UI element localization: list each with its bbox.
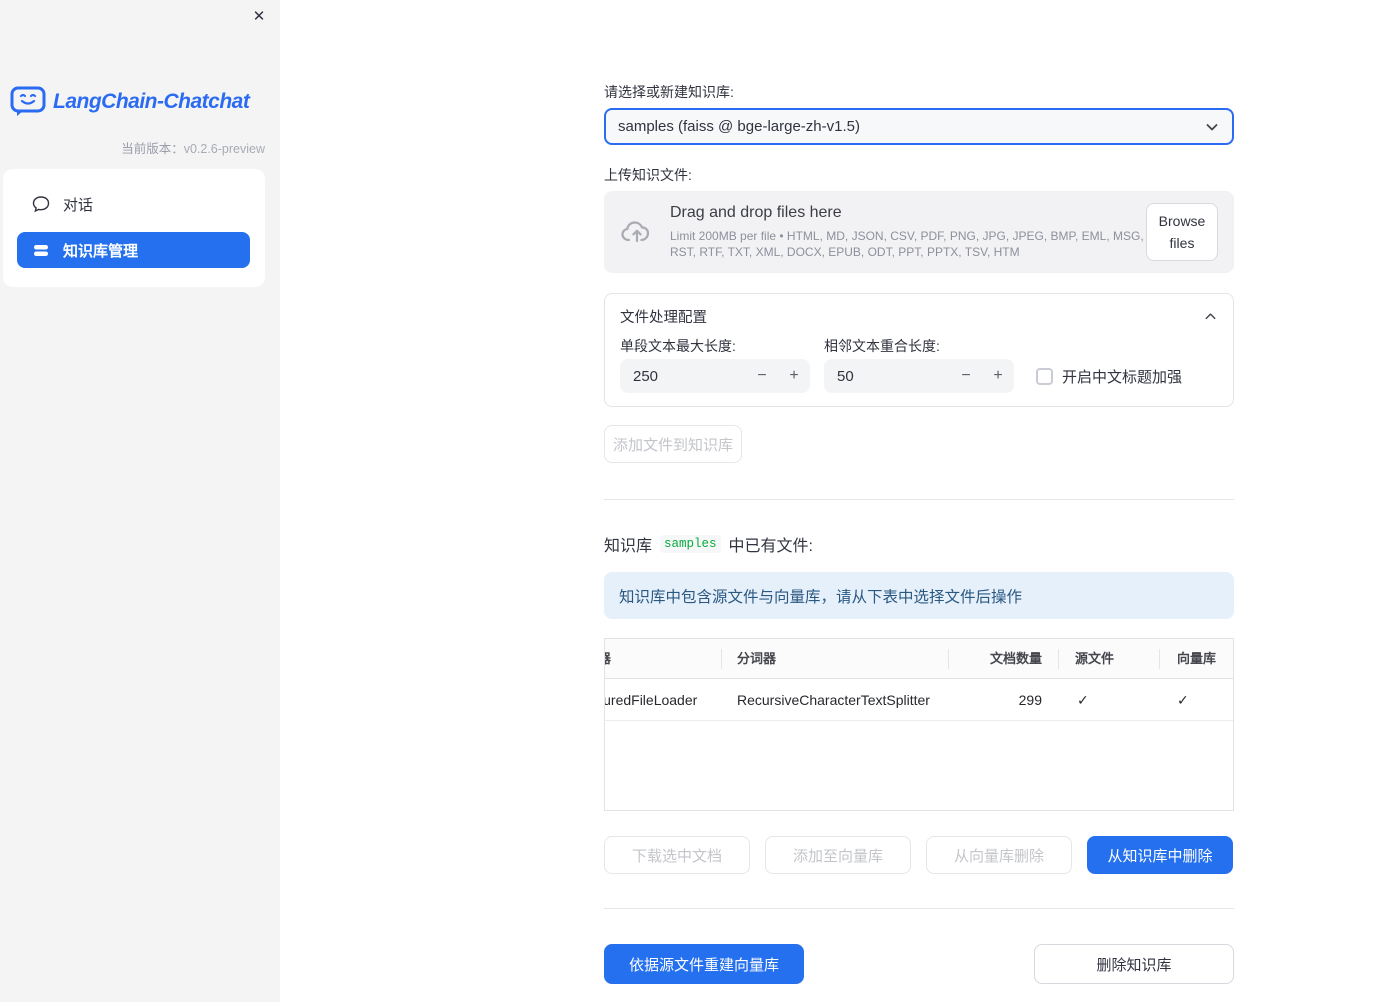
col-header-source-file: 源文件 <box>1075 651 1115 666</box>
add-files-to-kb-button[interactable]: 添加文件到知识库 <box>604 425 742 463</box>
info-banner: 知识库中包含源文件与向量库，请从下表中选择文件后操作 <box>604 572 1234 619</box>
cell-splitter: RecursiveCharacterTextSplitter <box>737 692 930 708</box>
col-header-vector-store: 向量库 <box>1177 651 1217 666</box>
app-logo: LangChain-Chatchat <box>10 86 250 117</box>
zh-title-enhance-checkbox[interactable]: 开启中文标题加强 <box>1036 366 1182 387</box>
rebuild-vector-store-button[interactable]: 依据源文件重建向量库 <box>604 944 804 984</box>
chunk-size-label: 单段文本最大长度: <box>620 338 736 354</box>
overlap-size-value: 50 <box>837 367 854 385</box>
kb-files-table[interactable]: 文档加载器 分词器 文档数量 源文件 向量库 UnstructuredFileL… <box>604 638 1234 811</box>
checkbox-label: 开启中文标题加强 <box>1062 369 1183 386</box>
sidebar-item-kb-management[interactable]: 知识库管理 <box>17 232 250 268</box>
chunk-size-value: 250 <box>633 367 659 385</box>
cell-loader: UnstructuredFileLoader <box>605 692 698 708</box>
overlap-size-label: 相邻文本重合长度: <box>824 338 940 354</box>
sidebar-nav: 对话 知识库管理 <box>3 169 265 287</box>
table-header-row: 文档加载器 分词器 文档数量 源文件 向量库 <box>605 639 1233 679</box>
heading-suffix: 中已有文件: <box>728 538 813 555</box>
add-to-vector-store-button[interactable]: 添加至向量库 <box>765 836 911 874</box>
kb-files-heading: 知识库 samples 中已有文件: <box>604 532 1234 556</box>
dropzone-limit-text: Limit 200MB per file • HTML, MD, JSON, C… <box>670 229 1144 259</box>
divider <box>604 908 1234 909</box>
kb-footer-actions: 依据源文件重建向量库 删除知识库 <box>604 944 1234 984</box>
overlap-size-decrement-button[interactable]: − <box>950 359 982 393</box>
table-row[interactable]: UnstructuredFileLoader RecursiveCharacte… <box>605 680 1233 721</box>
version-label: 当前版本： <box>121 142 184 156</box>
chevron-down-icon <box>1204 119 1220 135</box>
info-banner-text: 知识库中包含源文件与向量库，请从下表中选择文件后操作 <box>619 588 1023 606</box>
upload-label: 上传知识文件: <box>604 167 692 183</box>
sidebar-item-label: 对话 <box>63 196 94 214</box>
version-value: v0.2.6-preview <box>183 142 265 156</box>
overlap-size-input[interactable]: 50 − + <box>824 359 1014 393</box>
checkbox-box[interactable] <box>1036 368 1053 385</box>
cloud-upload-icon <box>620 217 654 247</box>
file-config-expander: 文件处理配置 单段文本最大长度: 250 − + 相邻文本重合长度: 50 − … <box>604 293 1234 407</box>
delete-kb-button[interactable]: 删除知识库 <box>1034 944 1234 984</box>
cell-vector-check: ✓ <box>1177 692 1189 708</box>
chat-bubble-logo-icon <box>10 86 46 117</box>
delete-from-vector-store-button[interactable]: 从向量库删除 <box>926 836 1072 874</box>
chat-icon <box>32 195 50 213</box>
col-header-splitter: 分词器 <box>737 651 777 666</box>
sidebar-item-label: 知识库管理 <box>63 242 139 260</box>
expander-title: 文件处理配置 <box>620 310 707 326</box>
header-separator <box>1159 649 1160 669</box>
chunk-size-increment-button[interactable]: + <box>778 359 810 393</box>
kb-select[interactable]: samples (faiss @ bge-large-zh-v1.5) <box>604 108 1234 145</box>
dropzone-instruction: Drag and drop files here <box>670 204 842 221</box>
overlap-size-increment-button[interactable]: + <box>982 359 1014 393</box>
dropzone-text: Drag and drop files here Limit 200MB per… <box>670 204 1146 260</box>
kb-list-icon <box>32 241 50 259</box>
chevron-up-icon <box>1203 309 1218 324</box>
expander-header[interactable]: 文件处理配置 <box>605 294 1233 327</box>
col-header-doc-count: 文档数量 <box>989 651 1042 666</box>
header-separator <box>1058 649 1059 669</box>
browse-files-button[interactable]: Browse files <box>1146 203 1218 261</box>
kb-name-code: samples <box>660 535 721 553</box>
chunk-size-input[interactable]: 250 − + <box>620 359 810 393</box>
sidebar-close-icon[interactable]: ✕ <box>248 6 270 28</box>
chunk-size-decrement-button[interactable]: − <box>746 359 778 393</box>
kb-select-label: 请选择或新建知识库: <box>604 84 734 100</box>
col-header-loader: 文档加载器 <box>605 639 719 679</box>
download-selected-button[interactable]: 下载选中文档 <box>604 836 750 874</box>
heading-prefix: 知识库 <box>604 538 653 555</box>
divider <box>604 499 1234 500</box>
sidebar-item-dialogue[interactable]: 对话 <box>17 186 250 222</box>
file-dropzone[interactable]: Drag and drop files here Limit 200MB per… <box>604 191 1234 273</box>
sidebar: ✕ LangChain-Chatchat 当前版本：v0.2.6-preview… <box>0 0 280 1002</box>
cell-source-check: ✓ <box>1077 692 1089 708</box>
file-actions-row: 下载选中文档 添加至向量库 从向量库删除 从知识库中删除 <box>604 836 1234 874</box>
delete-from-kb-button[interactable]: 从知识库中删除 <box>1087 836 1233 874</box>
header-separator <box>721 649 722 669</box>
main-content: 请选择或新建知识库: samples (faiss @ bge-large-zh… <box>604 0 1234 984</box>
cell-doc-count: 299 <box>1018 692 1042 708</box>
version-info: 当前版本：v0.2.6-preview <box>0 138 265 157</box>
kb-select-value: samples (faiss @ bge-large-zh-v1.5) <box>618 118 860 135</box>
app-title: LangChain-Chatchat <box>53 89 250 113</box>
